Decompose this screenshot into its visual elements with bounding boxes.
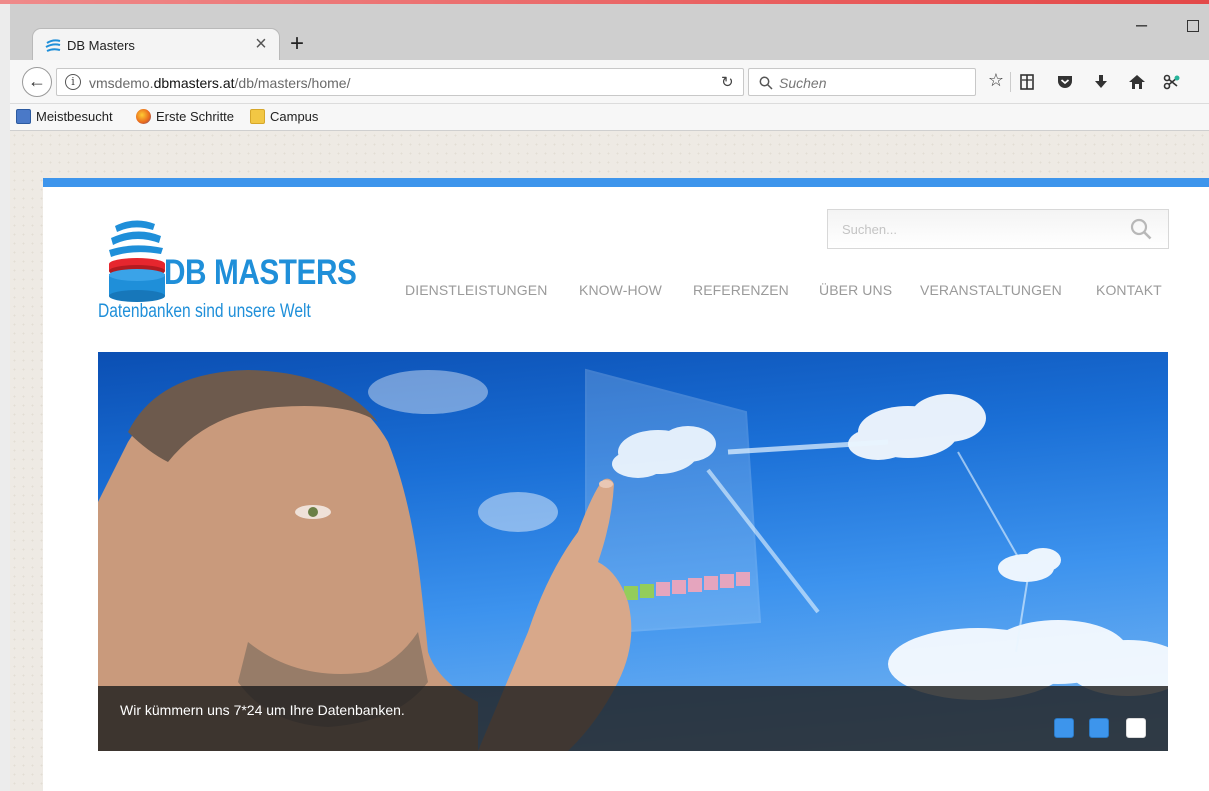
folder-icon (250, 109, 265, 124)
bookmark-label: Campus (270, 109, 319, 124)
back-button[interactable]: ← (22, 67, 52, 97)
url-prefix: vmsdemo. (89, 75, 154, 91)
most-visited-icon (16, 109, 31, 124)
site-container: DB MASTERS Datenbanken sind unsere Welt … (43, 178, 1209, 791)
pocket-icon[interactable] (1054, 73, 1076, 91)
bookmark-label: Erste Schritte (156, 109, 235, 124)
maximize-button[interactable] (1187, 20, 1199, 32)
back-arrow-icon: ← (28, 71, 46, 91)
site-info-icon[interactable]: i (65, 74, 81, 90)
main-navigation: DIENSTLEISTUNGEN KNOW-HOW REFERENZEN ÜBE… (405, 282, 1169, 302)
reload-icon[interactable]: ↻ (721, 73, 734, 91)
nav-dienstleistungen[interactable]: DIENSTLEISTUNGEN (405, 282, 547, 298)
toolbar-divider (1010, 72, 1011, 92)
new-tab-button[interactable]: + (284, 30, 310, 58)
slider-dot-2[interactable] (1089, 718, 1109, 738)
hero-caption-bar: Wir kümmern uns 7*24 um Ihre Datenbanken… (98, 686, 1168, 751)
hero-caption: Wir kümmern uns 7*24 um Ihre Datenbanken… (120, 702, 405, 718)
bookmark-star-icon[interactable]: ☆ (985, 70, 1007, 91)
site-search-placeholder: Suchen... (842, 222, 897, 237)
slider-dot-3-active[interactable] (1126, 718, 1146, 738)
logo-text: DB MASTERS (164, 253, 357, 292)
reading-list-icon[interactable] (1016, 73, 1038, 91)
url-path: /db/masters/home/ (234, 75, 351, 91)
browser-search-bar[interactable]: Suchen (748, 68, 976, 96)
tab-db-masters[interactable]: DB Masters × (32, 28, 280, 62)
logo-tagline: Datenbanken sind unsere Welt (98, 301, 311, 322)
nav-know-how[interactable]: KNOW-HOW (579, 282, 662, 298)
site-favicon-icon (45, 39, 61, 52)
slider-dot-1[interactable] (1054, 718, 1074, 738)
firefox-icon (136, 109, 151, 124)
bookmark-label: Meistbesucht (36, 109, 113, 124)
bookmarks-toolbar: Meistbesucht Erste Schritte Campus (10, 104, 1209, 131)
tab-strip: DB Masters × + – (10, 4, 1209, 62)
extension-icon[interactable] (1160, 72, 1182, 92)
page-viewport: DB MASTERS Datenbanken sind unsere Welt … (10, 131, 1209, 791)
browser-search-placeholder: Suchen (779, 75, 827, 91)
nav-veranstaltungen[interactable]: VERANSTALTUNGEN (920, 282, 1062, 298)
tab-title: DB Masters (67, 38, 135, 53)
site-logo[interactable]: DB MASTERS Datenbanken sind unsere Welt (98, 218, 357, 323)
search-icon (759, 76, 773, 90)
nav-referenzen[interactable]: REFERENZEN (693, 282, 789, 298)
bookmark-campus[interactable]: Campus (250, 109, 318, 124)
tab-close-icon[interactable]: × (251, 33, 271, 56)
minimize-button[interactable]: – (1136, 14, 1147, 37)
download-icon[interactable] (1090, 73, 1112, 91)
url-domain: dbmasters.at (153, 75, 235, 91)
hero-slider[interactable]: Wir kümmern uns 7*24 um Ihre Datenbanken… (98, 352, 1168, 751)
db-stack-logo-icon (109, 220, 165, 302)
navigation-toolbar: ← i vmsdemo.dbmasters.at/db/masters/home… (10, 60, 1209, 104)
bookmark-meistbesucht[interactable]: Meistbesucht (16, 109, 113, 124)
search-icon[interactable] (1130, 218, 1152, 240)
site-top-bar (43, 178, 1209, 187)
home-icon[interactable] (1126, 73, 1148, 91)
site-search-input[interactable]: Suchen... (827, 209, 1169, 249)
url-bar[interactable]: i vmsdemo.dbmasters.at/db/masters/home/ … (56, 68, 744, 96)
nav-ueber-uns[interactable]: ÜBER UNS (819, 282, 892, 298)
bookmark-erste-schritte[interactable]: Erste Schritte (136, 109, 234, 124)
url-text: vmsdemo.dbmasters.at/db/masters/home/ (89, 75, 350, 91)
nav-kontakt[interactable]: KONTAKT (1096, 282, 1162, 298)
